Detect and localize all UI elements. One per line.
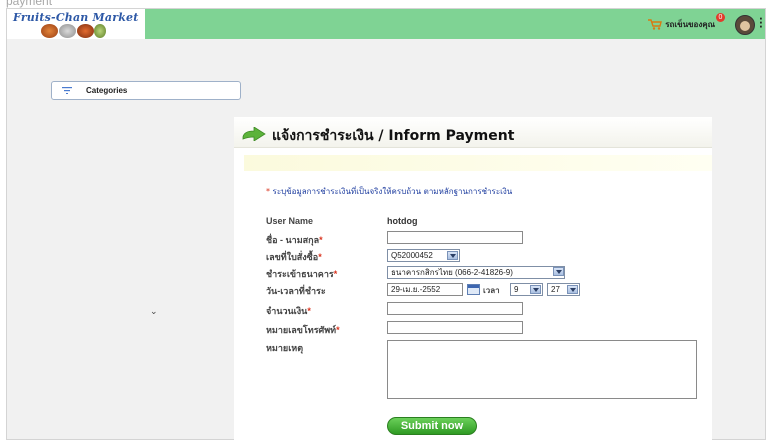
order-select-value: Q52000452 (391, 251, 433, 260)
fullname-input[interactable] (387, 231, 523, 244)
order-label-text: เลขที่ใบสั่งซื้อ (266, 252, 319, 262)
bank-select-value: ธนาคารกสิกรไทย (066-2-41826-9) (391, 268, 513, 277)
minute-select[interactable]: 27 (547, 283, 580, 296)
fruit-icon (94, 24, 106, 38)
page-title: แจ้งการชำระเงิน / Inform Payment (272, 128, 515, 144)
amount-input[interactable] (387, 302, 523, 315)
required-mark: * (319, 235, 323, 245)
categories-label: Categories (86, 86, 128, 95)
menu-lines-icon (62, 87, 72, 94)
payment-date-input[interactable]: 29-เม.ย.-2552 (387, 283, 463, 296)
fullname-label: ชื่อ - นามสกุล* (266, 233, 323, 247)
chevron-down-icon (567, 285, 578, 294)
fruit-icon (59, 24, 76, 38)
order-select[interactable]: Q52000452 (387, 249, 460, 262)
time-label: เวลา (483, 286, 500, 295)
fruit-icon (77, 24, 94, 38)
required-mark: * (307, 306, 311, 316)
chevron-down-icon (553, 267, 564, 276)
page-corner-text: payment (6, 0, 53, 8)
username-value: hotdog (387, 216, 418, 226)
note-textarea[interactable] (387, 340, 697, 399)
chevron-down-icon (447, 251, 458, 260)
datetime-label: วัน-เวลาที่ชำระ (266, 286, 326, 296)
required-mark: * (333, 269, 338, 279)
arrow-right-icon (242, 127, 266, 141)
phone-label: หมายเลขโทรศัพท์* (266, 323, 340, 337)
bank-label: ชำระเข้าธนาคาร* (266, 267, 337, 281)
chevron-down-icon (530, 285, 541, 294)
order-label: เลขที่ใบสั่งซื้อ* (266, 250, 322, 264)
instruction-body: ระบุข้อมูลการชำระเงินที่เป็นจริงให้ครบถ้… (270, 187, 513, 196)
logo[interactable]: Fruits-Chan Market (7, 9, 145, 39)
fullname-label-text: ชื่อ - นามสกุล (266, 235, 320, 245)
cart-label: รถเข็นของคุณ (665, 20, 715, 29)
notice-strip (244, 155, 712, 171)
required-mark: * (336, 325, 340, 335)
amount-label: จำนวนเงิน* (266, 304, 311, 318)
hour-select[interactable]: 9 (510, 283, 543, 296)
chevron-down-icon: ⌄ (150, 307, 158, 317)
browser-frame: Fruits-Chan Market รถเข็นของคุณ 0 · · · Ca… (6, 8, 766, 441)
required-mark: * (318, 252, 322, 262)
user-avatar[interactable] (735, 15, 755, 35)
avatar-face (740, 21, 750, 31)
cart-icon (648, 19, 663, 30)
fruit-icon (41, 24, 58, 38)
cart-count-badge: 0 (716, 13, 725, 22)
phone-label-text: หมายเลขโทรศัพท์ (266, 325, 337, 335)
note-label: หมายเหตุ (266, 343, 304, 353)
phone-input[interactable] (387, 321, 523, 334)
instruction-text: * ระบุข้อมูลการชำระเงินที่เป็นจริงให้ครบ… (266, 185, 512, 198)
top-bar: Fruits-Chan Market รถเข็นของคุณ 0 · · · (7, 9, 765, 39)
cart-link[interactable]: รถเข็นของคุณ (648, 18, 715, 31)
bank-select-arrow[interactable] (552, 266, 565, 279)
logo-text: Fruits-Chan Market (13, 11, 139, 24)
username-label: User Name (266, 216, 314, 226)
calendar-icon[interactable] (467, 284, 480, 295)
amount-label-text: จำนวนเงิน (266, 306, 308, 316)
panel-header: แจ้งการชำระเงิน / Inform Payment (234, 117, 712, 148)
bank-select[interactable]: ธนาคารกสิกรไทย (066-2-41826-9) (387, 266, 565, 279)
categories-dropdown[interactable]: Categories (51, 81, 241, 100)
submit-button[interactable]: Submit now (387, 417, 477, 435)
payment-panel: แจ้งการชำระเงิน / Inform Payment * ระบุข… (234, 117, 712, 441)
bank-label-text: ชำระเข้าธนาคาร (266, 269, 334, 279)
more-menu-icon[interactable]: · · · (759, 15, 763, 33)
minute-select-value: 27 (551, 285, 560, 294)
hour-select-value: 9 (514, 285, 519, 294)
